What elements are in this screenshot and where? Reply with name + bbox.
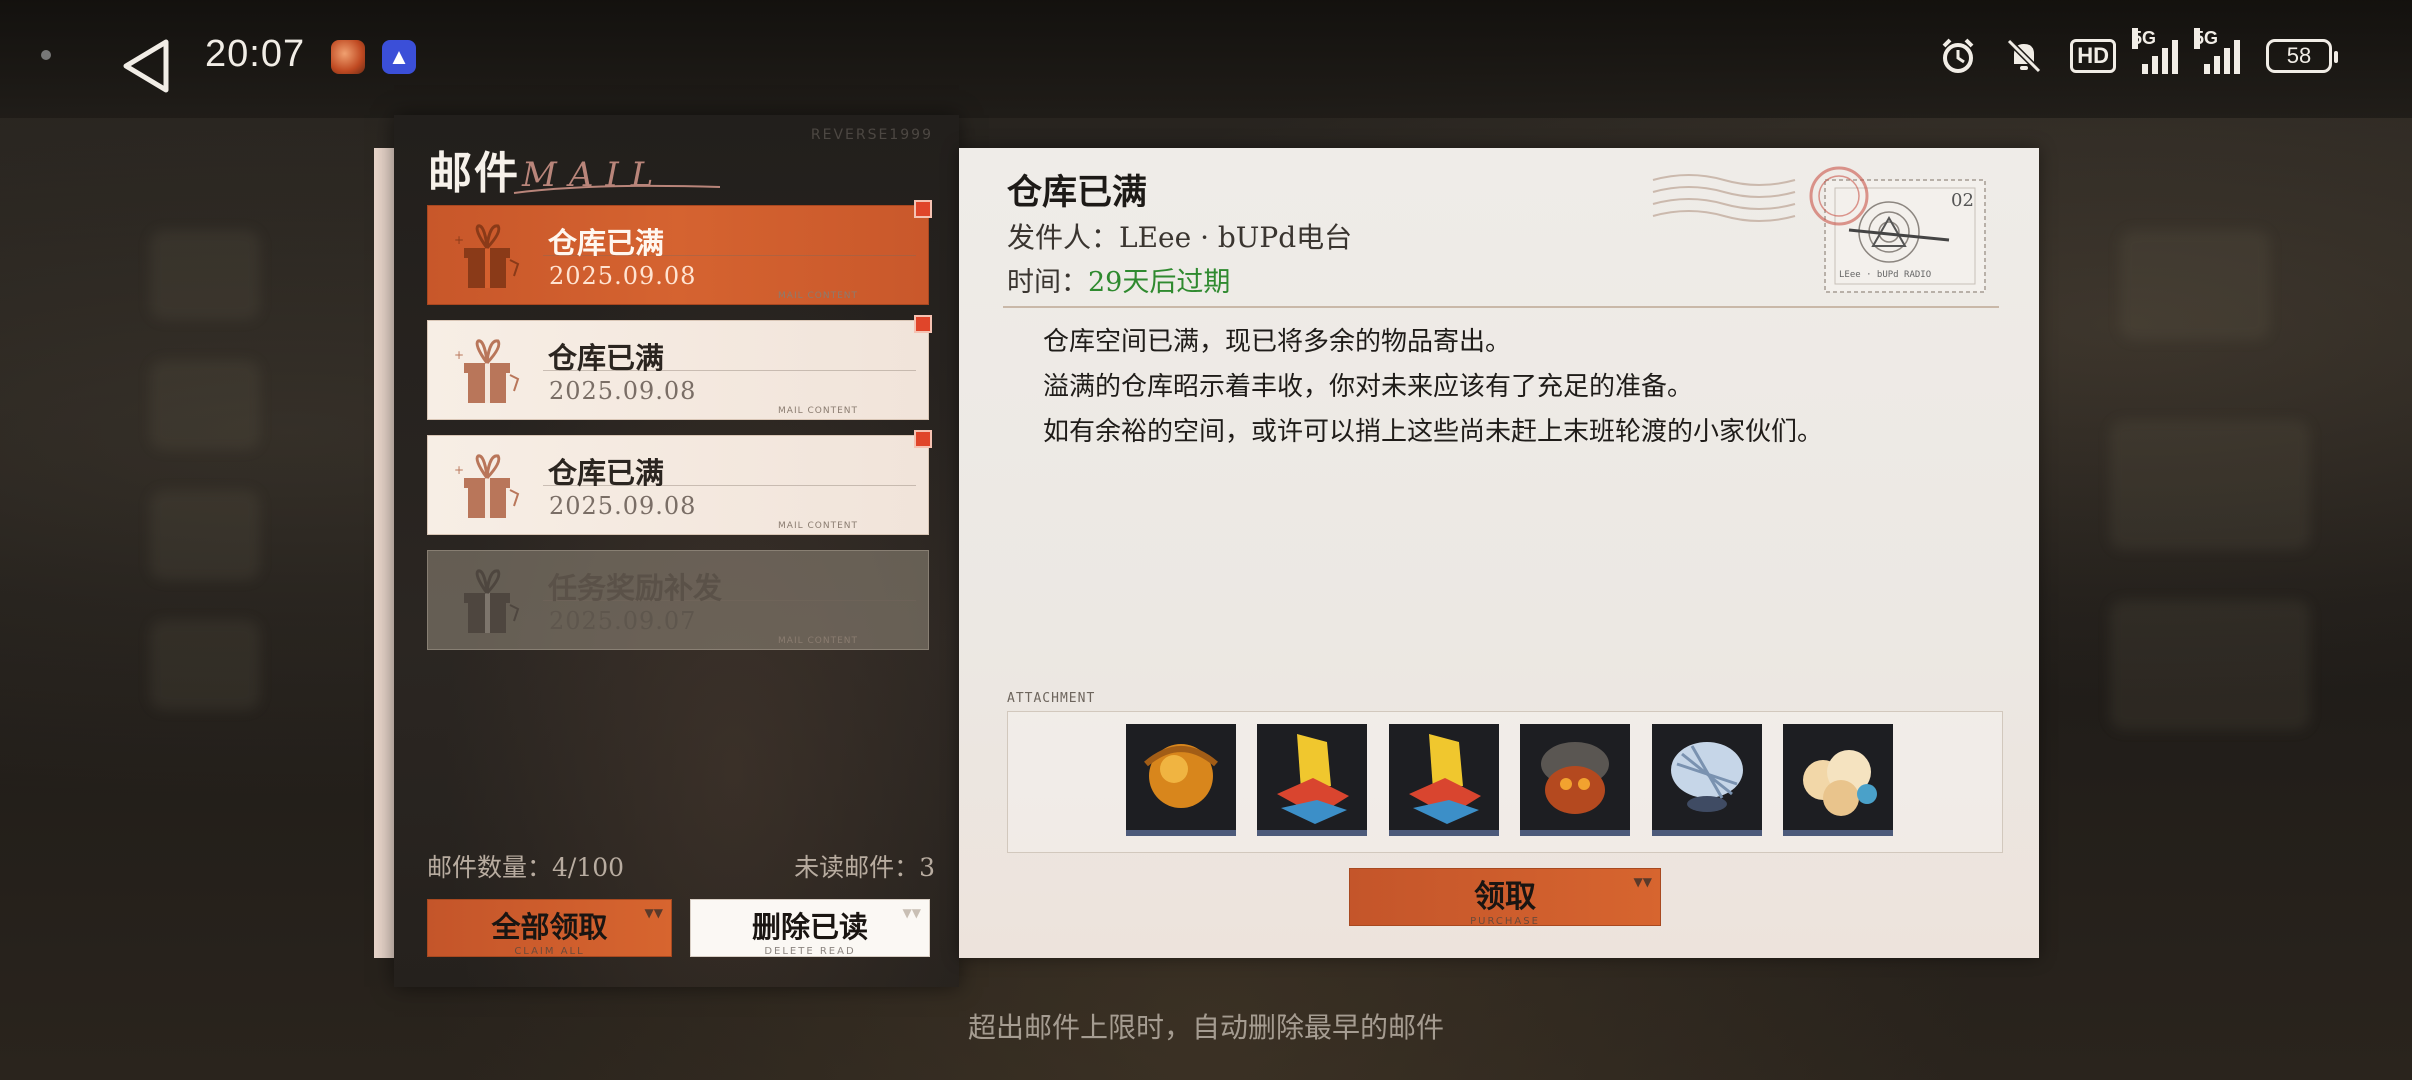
mail-item-date: 2025.09.08 <box>549 377 697 405</box>
title-swash <box>513 184 721 194</box>
mail-body-line: 溢满的仓库昭示着丰收，你对未来应该有了充足的准备。 <box>1043 372 1694 402</box>
gift-icon: + <box>454 224 520 288</box>
mail-item-tag: MAIL CONTENT <box>778 636 858 646</box>
flashlight-app-icon: ▲ <box>382 40 416 74</box>
attachment-item[interactable] <box>1389 724 1499 836</box>
svg-text:+: + <box>454 463 464 477</box>
header-divider <box>1003 306 1999 308</box>
alarm-icon <box>1942 38 1974 73</box>
mail-item-tag: MAIL CONTENT <box>778 406 858 416</box>
mail-sender: 发件人：LEee · bUPd电台 <box>1007 221 1353 254</box>
unread-flag <box>914 315 932 333</box>
claim-button[interactable]: 领取 PURCHASE ▼▼ <box>1349 868 1661 927</box>
delete-read-sublabel: DELETE READ <box>764 946 856 957</box>
orange-orb-item-icon <box>1126 724 1236 830</box>
network-label: 5G <box>2132 28 2157 49</box>
mail-item-date: 2025.09.07 <box>549 607 697 635</box>
window-edge <box>374 148 394 958</box>
mail-item-title: 仓库已满 <box>548 341 665 375</box>
panel-title: 邮件 <box>428 148 520 199</box>
unread-count: 未读邮件：3 <box>794 853 935 882</box>
claim-all-sublabel: CLAIM ALL <box>514 946 585 957</box>
mail-item[interactable]: 任务奖励补发 2025.09.07 MAIL CONTENT <box>427 550 929 650</box>
delete-read-label: 删除已读 <box>751 910 868 944</box>
attachment-item[interactable] <box>1126 724 1236 836</box>
mail-detail-panel: 仓库已满 发件人：LEee · bUPd电台 时间：29天后过期 02 LEee… <box>959 148 2039 958</box>
mail-body: 仓库空间已满，现已将多余的物品寄出。 溢满的仓库昭示着丰收，你对未来应该有了充足… <box>1043 320 1823 455</box>
mail-time-label: 时间： <box>1007 267 1088 298</box>
claim-label: 领取 <box>1474 879 1536 915</box>
mail-item[interactable]: + 仓库已满 2025.09.08 MAIL CONTENT <box>427 200 932 305</box>
mail-time: 时间：29天后过期 <box>1007 260 1230 299</box>
mail-limit-hint: 超出邮件上限时，自动删除最早的邮件 <box>967 1011 1444 1044</box>
claim-all-button[interactable]: 全部领取 CLAIM ALL ▼▼ <box>427 899 672 957</box>
mail-item-title: 任务奖励补发 <box>548 571 723 605</box>
expiry-value: 29天后过期 <box>1088 267 1231 298</box>
svg-text:+: + <box>454 233 464 247</box>
battery-icon: 58 <box>2266 39 2338 73</box>
indicator-dot <box>41 50 51 60</box>
network-label: 5G <box>2194 28 2219 49</box>
gift-icon <box>464 569 520 633</box>
gift-icon: + <box>454 339 520 403</box>
delete-read-button[interactable]: 删除已读 DELETE READ ▼▼ <box>690 899 930 957</box>
game-app-icon <box>331 40 365 74</box>
stamp-caption: LEee · bUPd RADIO <box>1839 270 1932 280</box>
mail-subject: 仓库已满 <box>1007 172 1148 213</box>
mail-body-line: 仓库空间已满，现已将多余的物品寄出。 <box>1043 327 1512 357</box>
mail-item-date: 2025.09.08 <box>549 492 697 520</box>
back-icon[interactable] <box>118 36 174 96</box>
attachment-item[interactable] <box>1520 724 1630 836</box>
corner-triangles-icon: ▼▼ <box>1633 875 1652 889</box>
yellow-creature-item-icon <box>1389 724 1499 830</box>
mail-item-tag: MAIL CONTENT <box>778 291 858 301</box>
unread-flag <box>914 200 932 218</box>
attachment-item[interactable] <box>1652 724 1762 836</box>
gift-icon: + <box>454 454 520 518</box>
postmark-lines-icon <box>1652 174 1796 222</box>
attachment-item[interactable] <box>1257 724 1367 836</box>
signal-icon: 5G <box>2132 28 2178 74</box>
claim-all-label: 全部领取 <box>491 910 608 944</box>
cream-puff-item-icon <box>1783 724 1893 830</box>
mail-item[interactable]: + 仓库已满 2025.09.08 MAIL CONTENT <box>427 315 932 420</box>
status-bar: 20:07 ▲ HD 5G 5G 58 <box>0 0 2412 118</box>
blue-feather-item-icon <box>1652 724 1762 830</box>
stamp: 02 LEee · bUPd RADIO <box>1809 166 1989 296</box>
mail-item-date: 2025.09.08 <box>549 262 697 290</box>
claim-sublabel: PURCHASE <box>1470 916 1540 927</box>
unread-flag <box>914 430 932 448</box>
mute-icon <box>2007 38 2042 74</box>
corner-triangles-icon: ▼▼ <box>644 906 663 920</box>
mail-item-tag: MAIL CONTENT <box>778 521 858 531</box>
attachment-label: ATTACHMENT <box>1007 691 1096 706</box>
hd-badge: HD <box>2070 39 2116 73</box>
svg-text:+: + <box>454 348 464 362</box>
clock: 20:07 <box>205 33 306 75</box>
mail-body-line: 如有余裕的空间，或许可以捎上这些尚未赶上末班轮渡的小家伙们。 <box>1043 417 1824 447</box>
attachment-item[interactable] <box>1783 724 1893 836</box>
yellow-creature-item-icon <box>1257 724 1367 830</box>
mail-item-title: 仓库已满 <box>548 456 665 490</box>
signal-icon: 5G <box>2194 28 2240 74</box>
mail-item[interactable]: + 仓库已满 2025.09.08 MAIL CONTENT <box>427 430 932 535</box>
mail-count: 邮件数量：4/100 <box>427 853 625 882</box>
dark-beetle-item-icon <box>1520 724 1630 830</box>
stamp-number: 02 <box>1951 190 1974 211</box>
brand-mark: REVERSE1999 <box>810 127 933 143</box>
corner-triangles-icon: ▼▼ <box>902 906 921 920</box>
mail-item-title: 仓库已满 <box>548 226 665 260</box>
mail-list-panel: 邮件 MAIL REVERSE1999 + 仓库已满 2025.09.08 MA… <box>394 115 959 987</box>
